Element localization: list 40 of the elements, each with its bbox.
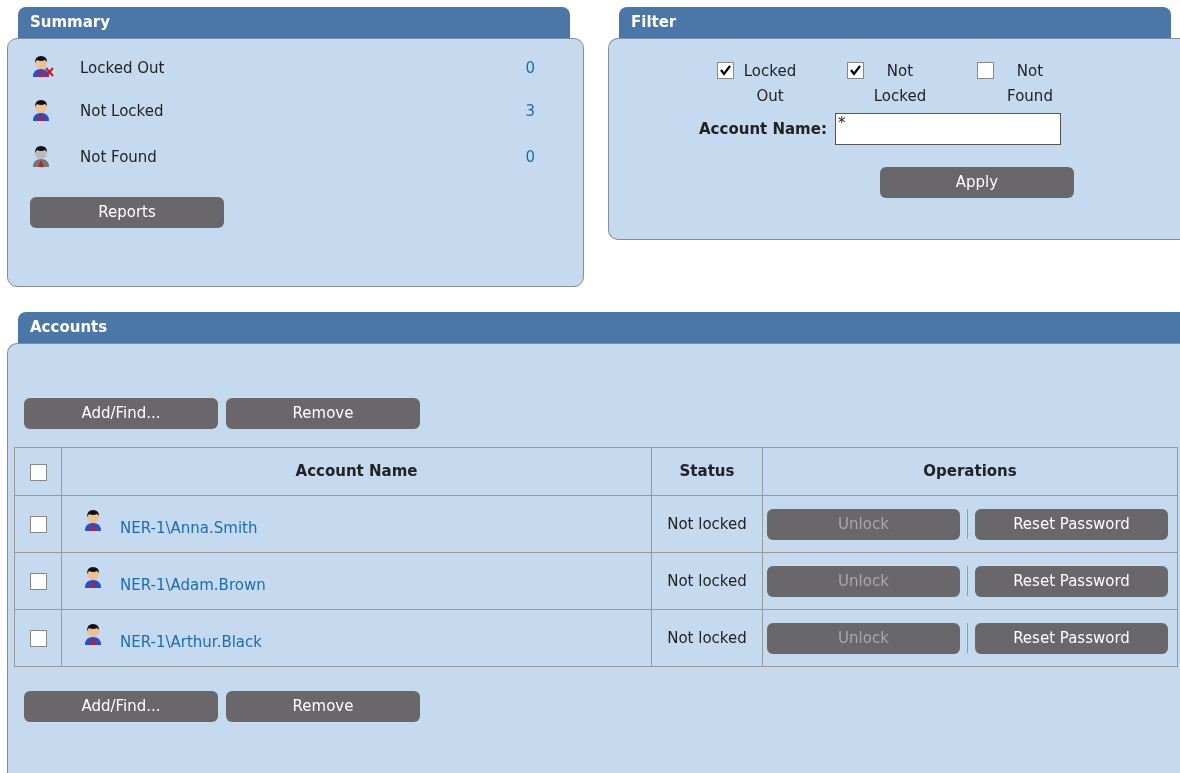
status-label: Not Locked: [80, 100, 165, 122]
account-name-label: Account Name:: [699, 118, 827, 140]
status-text: Not locked: [667, 628, 747, 647]
status-text: Not locked: [667, 571, 747, 590]
column-header: Operations: [923, 462, 1017, 481]
locked-user-icon: [30, 55, 54, 77]
column-header: Account Name: [295, 462, 418, 481]
account-link[interactable]: NER-1\Anna.Smith: [120, 508, 258, 540]
status-count: 0: [525, 58, 535, 79]
reset-password-button[interactable]: Reset Password: [975, 622, 1168, 654]
apply-button[interactable]: Apply: [880, 167, 1074, 198]
reports-button[interactable]: Reports: [30, 197, 224, 228]
checkbox[interactable]: [29, 463, 47, 481]
status-label: Locked Out: [80, 58, 166, 79]
checkbox[interactable]: [29, 516, 47, 533]
status-count: 3: [525, 100, 535, 122]
reset-password-button[interactable]: Reset Password: [975, 508, 1168, 540]
panel-title: Accounts: [30, 317, 108, 339]
checkbox[interactable]: [29, 573, 47, 590]
reset-password-button[interactable]: Reset Password: [975, 565, 1168, 597]
column-header: Status: [679, 462, 735, 481]
checkbox[interactable]: [717, 62, 734, 79]
add-find-button[interactable]: Add/Find...: [24, 691, 218, 722]
add-find-button[interactable]: Add/Find...: [24, 398, 218, 429]
status-text: Not locked: [667, 514, 747, 533]
account-link[interactable]: NER-1\Arthur.Black: [120, 622, 262, 654]
checkbox[interactable]: [29, 630, 47, 647]
status-count: 0: [525, 146, 535, 168]
panel-title: Summary: [30, 12, 111, 34]
remove-button[interactable]: Remove: [226, 691, 420, 722]
filter-option-label: Not Locked: [872, 61, 928, 107]
filter-option-label: Not Found: [1006, 61, 1054, 107]
checkbox[interactable]: [847, 62, 864, 79]
status-label: Not Found: [80, 146, 158, 168]
panel-title: Filter: [631, 12, 677, 34]
checkbox[interactable]: [977, 62, 994, 79]
account-link[interactable]: NER-1\Adam.Brown: [120, 565, 266, 597]
filter-option-label: Locked Out: [742, 61, 798, 107]
account-name-field[interactable]: *: [834, 113, 1061, 145]
remove-button[interactable]: Remove: [226, 398, 420, 429]
